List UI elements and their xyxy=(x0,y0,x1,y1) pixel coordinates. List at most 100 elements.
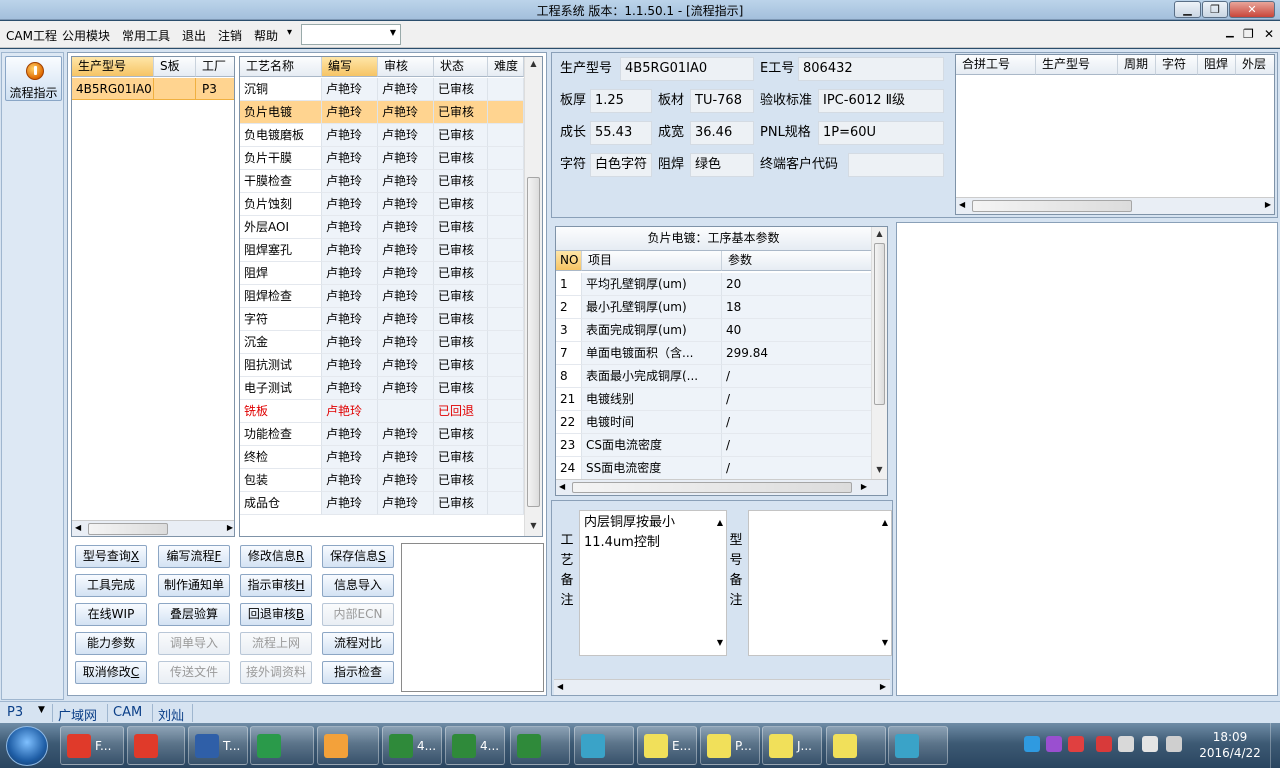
process-cell-writer[interactable]: 卢艳玲 xyxy=(322,400,378,423)
param-cell-item[interactable]: 电镀时间 xyxy=(582,411,722,434)
process-cell-writer[interactable]: 卢艳玲 xyxy=(322,101,378,124)
action-button[interactable]: 指示审核H xyxy=(240,574,312,597)
process-cell-reviewer[interactable]: 卢艳玲 xyxy=(378,193,434,216)
process-cell-reviewer[interactable]: 卢艳玲 xyxy=(378,446,434,469)
process-cell-writer[interactable]: 卢艳玲 xyxy=(322,469,378,492)
action-button[interactable]: 叠层验算 xyxy=(158,603,230,626)
param-cell-item[interactable]: 单面电镀面积（含... xyxy=(582,342,722,365)
process-cell-name[interactable]: 包装 xyxy=(240,469,322,492)
scroll-down-icon[interactable]: ▼ xyxy=(525,521,542,530)
process-cell-diff[interactable] xyxy=(488,124,524,147)
col-header-value[interactable]: 参数 xyxy=(722,251,872,271)
product-hscroll[interactable]: ◀ ▶ xyxy=(72,520,234,536)
col-header-no[interactable]: NO xyxy=(556,251,582,271)
process-cell-reviewer[interactable]: 卢艳玲 xyxy=(378,124,434,147)
scroll-right-icon[interactable]: ▶ xyxy=(1265,200,1271,209)
param-cell-no[interactable]: 24 xyxy=(556,457,582,480)
merge-hscroll[interactable]: ◀ ▶ xyxy=(956,197,1274,214)
col-header-reviewer[interactable]: 审核 xyxy=(378,57,434,77)
action-button[interactable]: 制作通知单 xyxy=(158,574,230,597)
taskbar-button[interactable]: P... xyxy=(700,726,760,765)
action-button[interactable]: 取消修改C xyxy=(75,661,147,684)
param-cell-no[interactable]: 7 xyxy=(556,342,582,365)
param-cell-value[interactable]: / xyxy=(722,388,872,411)
process-cell-writer[interactable]: 卢艳玲 xyxy=(322,377,378,400)
scroll-up-icon[interactable]: ▲ xyxy=(717,513,723,533)
process-cell-status[interactable]: 已审核 xyxy=(434,147,488,170)
pnl-value[interactable]: 1P=60U xyxy=(818,121,944,145)
process-cell-writer[interactable]: 卢艳玲 xyxy=(322,147,378,170)
mask-value[interactable]: 绿色 xyxy=(690,153,754,177)
param-cell-no[interactable]: 2 xyxy=(556,296,582,319)
model-remark-box[interactable]: ▲ ▼ xyxy=(748,510,892,656)
process-cell-name[interactable]: 铣板 xyxy=(240,400,322,423)
process-cell-writer[interactable]: 卢艳玲 xyxy=(322,193,378,216)
col-header-model[interactable]: 生产型号 xyxy=(72,57,154,77)
param-cell-no[interactable]: 23 xyxy=(556,434,582,457)
process-cell-diff[interactable] xyxy=(488,285,524,308)
col-header-merge-model[interactable]: 生产型号 xyxy=(1036,55,1118,75)
thickness-value[interactable]: 1.25 xyxy=(590,89,652,113)
menu-tools[interactable]: 常用工具 xyxy=(122,27,170,44)
process-cell-name[interactable]: 负片电镀 xyxy=(240,101,322,124)
scroll-down-icon[interactable]: ▼ xyxy=(872,465,887,474)
product-cell-factory[interactable]: P3 xyxy=(196,78,234,100)
param-cell-item[interactable]: 平均孔壁铜厚(um) xyxy=(582,273,722,296)
process-cell-name[interactable]: 负片蚀刻 xyxy=(240,193,322,216)
width-value[interactable]: 36.46 xyxy=(690,121,754,145)
tray-app-icon[interactable] xyxy=(1024,736,1040,752)
scroll-up-icon[interactable]: ▲ xyxy=(882,513,888,533)
minimize-button[interactable]: ▁ xyxy=(1174,1,1201,18)
process-cell-reviewer[interactable]: 卢艳玲 xyxy=(378,469,434,492)
param-cell-value[interactable]: 40 xyxy=(722,319,872,342)
col-header-factory[interactable]: 工厂 xyxy=(196,57,234,77)
param-cell-no[interactable]: 22 xyxy=(556,411,582,434)
process-cell-writer[interactable]: 卢艳玲 xyxy=(322,262,378,285)
process-cell-diff[interactable] xyxy=(488,354,524,377)
process-cell-diff[interactable] xyxy=(488,308,524,331)
process-cell-reviewer[interactable]: 卢艳玲 xyxy=(378,216,434,239)
process-cell-name[interactable]: 电子测试 xyxy=(240,377,322,400)
mdi-close-icon[interactable]: ✕ xyxy=(1264,27,1274,41)
scroll-left-icon[interactable]: ◀ xyxy=(959,200,965,209)
col-header-merge-no[interactable]: 合拼工号 xyxy=(956,55,1036,75)
process-cell-name[interactable]: 功能检查 xyxy=(240,423,322,446)
process-cell-diff[interactable] xyxy=(488,446,524,469)
maximize-button[interactable]: ❐ xyxy=(1202,1,1228,18)
scroll-thumb[interactable] xyxy=(572,482,852,493)
taskbar-button[interactable]: 4... xyxy=(382,726,442,765)
standard-value[interactable]: IPC-6012 Ⅱ级 xyxy=(818,89,944,113)
taskbar-button[interactable] xyxy=(574,726,634,765)
taskbar-button[interactable] xyxy=(317,726,379,765)
remarks-hscroll[interactable]: ◀ ▶ xyxy=(554,679,890,695)
action-button[interactable]: 型号查询X xyxy=(75,545,147,568)
process-cell-writer[interactable]: 卢艳玲 xyxy=(322,446,378,469)
mdi-minimize-icon[interactable]: ▁ xyxy=(1226,27,1234,38)
process-cell-reviewer[interactable]: 卢艳玲 xyxy=(378,492,434,515)
param-cell-value[interactable]: 20 xyxy=(722,273,872,296)
col-header-process[interactable]: 工艺名称 xyxy=(240,57,322,77)
param-cell-value[interactable]: 18 xyxy=(722,296,872,319)
param-cell-value[interactable]: / xyxy=(722,457,872,480)
process-cell-reviewer[interactable]: 卢艳玲 xyxy=(378,147,434,170)
process-cell-name[interactable]: 沉铜 xyxy=(240,78,322,101)
process-cell-writer[interactable]: 卢艳玲 xyxy=(322,423,378,446)
col-header-difficulty[interactable]: 难度 xyxy=(488,57,524,77)
material-value[interactable]: TU-768 xyxy=(690,89,754,113)
process-cell-name[interactable]: 阻抗测试 xyxy=(240,354,322,377)
process-cell-status[interactable]: 已审核 xyxy=(434,423,488,446)
menu-help[interactable]: 帮助 xyxy=(254,27,278,44)
col-header-merge-mask[interactable]: 阻焊 xyxy=(1198,55,1236,75)
process-cell-diff[interactable] xyxy=(488,423,524,446)
mdi-restore-icon[interactable]: ❐ xyxy=(1243,27,1254,41)
process-cell-status[interactable]: 已审核 xyxy=(434,78,488,101)
process-cell-diff[interactable] xyxy=(488,147,524,170)
action-button[interactable]: 修改信息R xyxy=(240,545,312,568)
scroll-right-icon[interactable]: ▶ xyxy=(861,482,867,491)
tray-app-icon[interactable] xyxy=(1046,736,1062,752)
param-cell-no[interactable]: 21 xyxy=(556,388,582,411)
chevron-down-icon[interactable]: ▼ xyxy=(38,705,45,715)
product-cell-s[interactable] xyxy=(154,78,196,100)
volume-icon[interactable] xyxy=(1166,736,1182,752)
scroll-thumb[interactable] xyxy=(972,200,1132,212)
